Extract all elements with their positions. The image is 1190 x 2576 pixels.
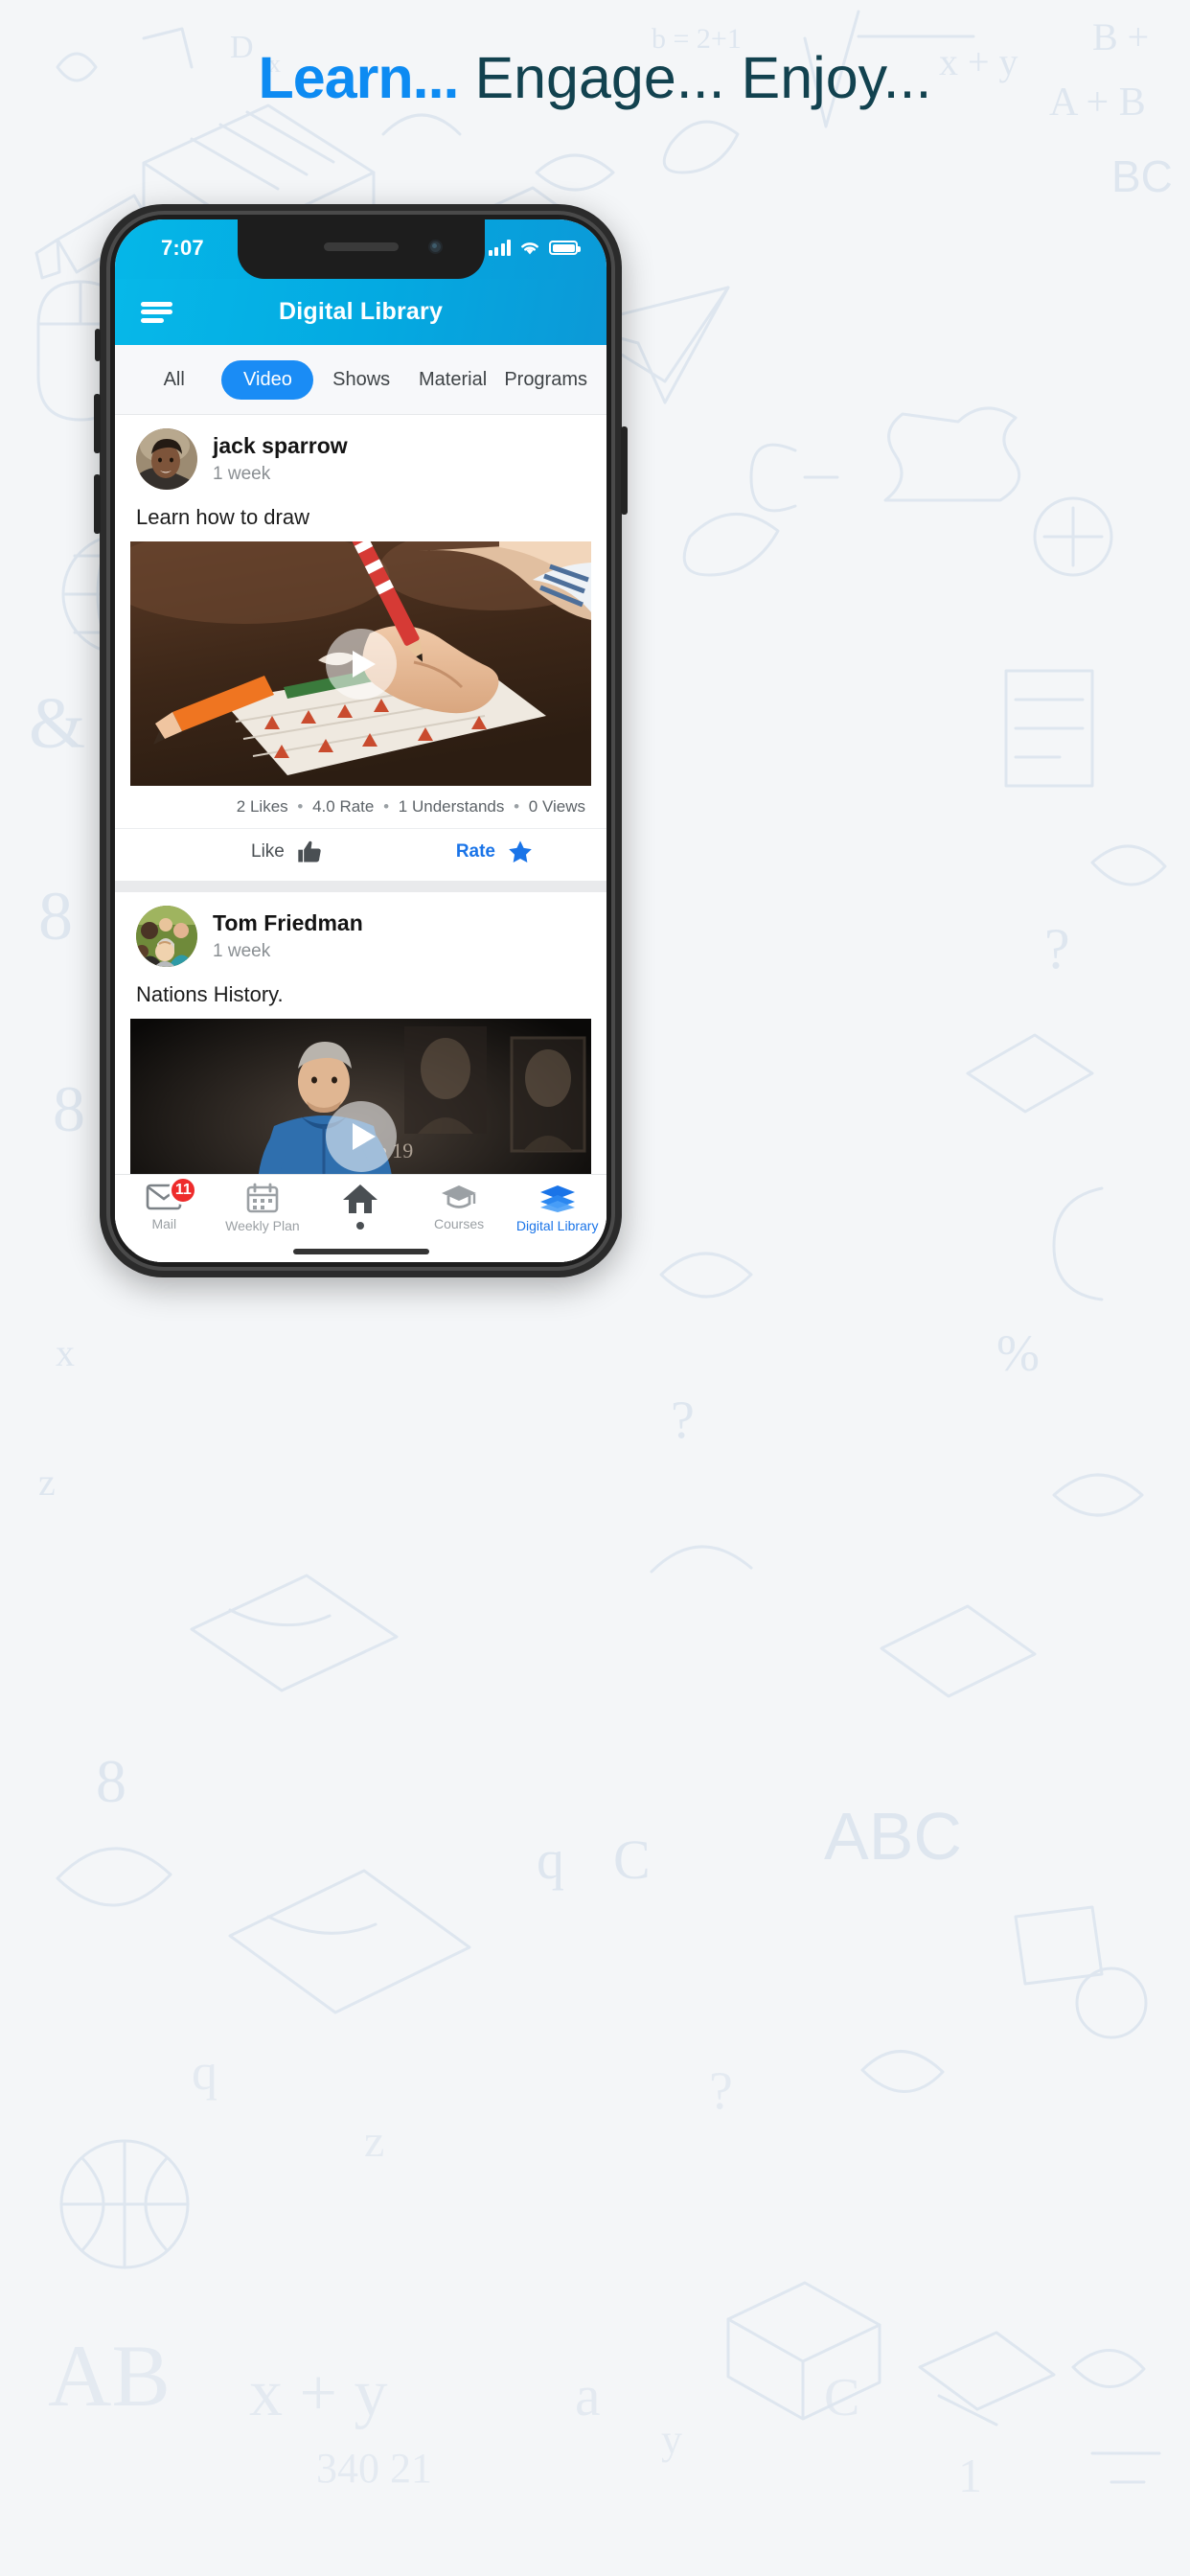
post-author-block: jack sparrow 1 week	[213, 433, 348, 485]
card-separator	[115, 881, 606, 892]
svg-text:?: ?	[671, 1391, 695, 1450]
post-actions: Like Rate	[115, 828, 606, 881]
svg-text:1: 1	[958, 2449, 982, 2502]
thumbs-up-icon	[298, 840, 321, 862]
svg-text:q: q	[192, 2043, 217, 2101]
phone-notch	[237, 219, 485, 279]
page-title: Learn... Engage... Enjoy...	[0, 42, 1190, 113]
tab-material[interactable]: Material	[409, 360, 496, 400]
nav-item-home[interactable]	[311, 1183, 410, 1234]
tab-programs[interactable]: Programs	[500, 360, 591, 400]
svg-text:a: a	[575, 2364, 601, 2427]
nav-item-digital-library[interactable]: Digital Library	[508, 1183, 606, 1233]
svg-text:&: &	[29, 683, 85, 764]
nav-item-courses[interactable]: Courses	[410, 1183, 509, 1231]
nav-label-digital-library: Digital Library	[515, 1218, 599, 1233]
calendar-icon	[246, 1183, 279, 1213]
phone-button-power[interactable]	[621, 426, 628, 515]
phone-button-silent[interactable]	[95, 329, 101, 361]
post-timestamp: 1 week	[213, 940, 271, 961]
svg-text:?: ?	[1044, 917, 1070, 980]
headline-highlight: Learn...	[258, 45, 460, 110]
app-title: Digital Library	[278, 298, 444, 325]
svg-text:x + y: x + y	[249, 2357, 387, 2430]
like-button[interactable]: Like	[251, 839, 323, 865]
app-header: Digital Library	[115, 279, 606, 345]
svg-text:8: 8	[96, 1747, 126, 1815]
stat-understands: 1 Understands	[398, 797, 505, 816]
post-author-block: Tom Friedman 1 week	[213, 910, 363, 962]
avatar[interactable]	[136, 428, 197, 490]
svg-text:ABC: ABC	[824, 1799, 962, 1874]
stat-likes: 2 Likes	[236, 797, 288, 816]
graduation-cap-icon	[442, 1185, 477, 1208]
stat-views: 0 Views	[528, 797, 585, 816]
wifi-icon	[521, 242, 538, 255]
post-feed: jack sparrow 1 week Learn how to draw 2 …	[115, 415, 606, 1262]
post-header: Tom Friedman 1 week	[115, 892, 606, 973]
post-stats: 2 Likes • 4.0 Rate • 1 Understands • 0 V…	[115, 786, 606, 828]
svg-text:q: q	[537, 1828, 564, 1891]
stat-sep: •	[514, 797, 520, 816]
avatar[interactable]	[136, 906, 197, 967]
stat-sep: •	[383, 797, 390, 816]
tab-all[interactable]: All	[130, 360, 217, 400]
post-caption: Learn how to draw	[136, 505, 309, 529]
tab-shows[interactable]: Shows	[317, 360, 404, 400]
mail-badge: 11	[169, 1176, 198, 1205]
post-timestamp: 1 week	[213, 463, 271, 484]
svg-text:340 21: 340 21	[316, 2445, 432, 2492]
svg-text:8: 8	[38, 878, 73, 954]
filter-tabbar: All Video Shows Material Programs	[115, 345, 606, 415]
post-card: jack sparrow 1 week Learn how to draw 2 …	[115, 415, 606, 881]
home-indicator-bar[interactable]	[292, 1249, 429, 1254]
home-indicator-dot	[356, 1222, 365, 1230]
post-author: jack sparrow	[213, 433, 348, 459]
nav-label-weekly-plan: Weekly Plan	[225, 1218, 300, 1233]
svg-text:BC: BC	[1111, 151, 1173, 201]
svg-text:C: C	[613, 1828, 651, 1891]
svg-text:z: z	[38, 1460, 56, 1504]
svg-text:z: z	[364, 2116, 384, 2167]
nav-item-mail[interactable]: 11 Mail	[115, 1176, 214, 1231]
status-time: 7:07	[161, 236, 204, 260]
phone-button-volume-up[interactable]	[94, 394, 101, 453]
tab-video[interactable]: Video	[221, 359, 314, 400]
headline-rest: Engage... Enjoy...	[458, 45, 932, 110]
svg-text:y: y	[661, 2416, 682, 2463]
svg-text:C: C	[824, 2368, 859, 2427]
phone-screen: 7:07 Digital Library All Video Shows Mat…	[115, 219, 606, 1262]
battery-icon	[549, 241, 581, 255]
post-media[interactable]	[130, 541, 591, 786]
hamburger-menu-icon[interactable]	[141, 301, 172, 323]
front-camera-icon	[427, 240, 443, 254]
play-icon[interactable]	[325, 628, 397, 700]
rate-label: Rate	[455, 841, 495, 862]
books-icon	[539, 1185, 575, 1212]
stat-rate: 4.0 Rate	[312, 797, 375, 816]
phone-button-volume-down[interactable]	[94, 474, 101, 534]
like-label: Like	[251, 841, 285, 862]
earpiece-speaker	[323, 242, 399, 251]
rate-button[interactable]: Rate	[456, 839, 534, 865]
svg-text:8: 8	[53, 1072, 85, 1145]
svg-text:?: ?	[709, 2061, 733, 2121]
nav-item-weekly-plan[interactable]: Weekly Plan	[214, 1183, 312, 1233]
status-icons	[488, 239, 581, 256]
post-caption: Nations History.	[136, 982, 284, 1006]
play-icon[interactable]	[325, 1100, 397, 1172]
home-icon	[343, 1184, 378, 1213]
svg-text:AB: AB	[48, 2327, 171, 2425]
nav-label-courses: Courses	[434, 1216, 485, 1231]
signal-bars-icon	[488, 239, 511, 256]
post-header: jack sparrow 1 week	[115, 415, 606, 495]
nav-label-mail: Mail	[151, 1216, 177, 1231]
stat-sep: •	[297, 797, 304, 816]
svg-text:x: x	[56, 1331, 75, 1374]
phone-mockup: 7:07 Digital Library All Video Shows Mat…	[94, 204, 628, 1277]
post-author: Tom Friedman	[213, 910, 363, 936]
star-icon	[509, 840, 532, 862]
svg-text:%: %	[996, 1324, 1040, 1382]
